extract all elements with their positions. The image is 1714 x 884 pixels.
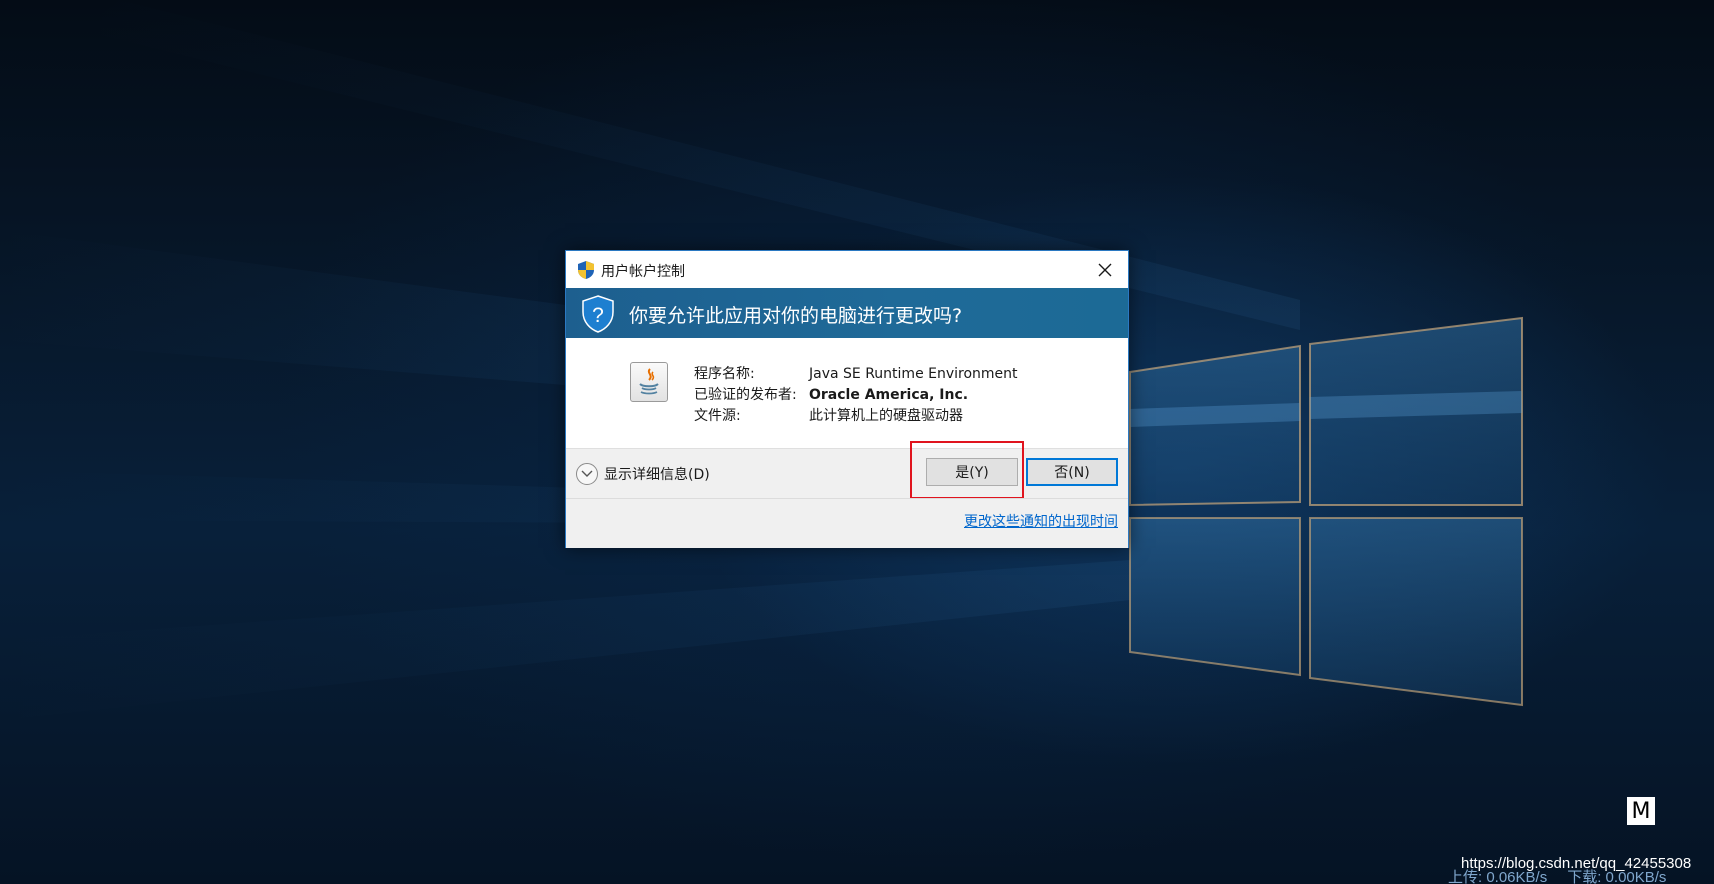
file-origin-value: 此计算机上的硬盘驱动器	[809, 408, 963, 424]
info-row-program: 程序名称: Java SE Runtime Environment	[694, 364, 1018, 385]
shield-question-icon: ?	[582, 295, 614, 333]
no-button[interactable]: 否(N)	[1026, 458, 1118, 486]
dialog-title: 用户帐户控制	[601, 264, 685, 280]
publisher-label: 已验证的发布者:	[694, 387, 797, 403]
uac-dialog: 用户帐户控制 ? 你要允许此应用对你的电脑进行更改吗? 程序名称: Java S…	[565, 250, 1129, 548]
csdn-watermark: https://blog.csdn.net/qq_42455308	[1461, 855, 1692, 872]
app-info: 程序名称: Java SE Runtime Environment 已验证的发布者…	[694, 364, 1018, 427]
question-banner: ? 你要允许此应用对你的电脑进行更改吗?	[566, 288, 1128, 338]
footer-divider	[566, 498, 1128, 499]
info-row-origin: 文件源: 此计算机上的硬盘驱动器	[694, 406, 1018, 427]
java-icon	[630, 362, 668, 402]
yes-button[interactable]: 是(Y)	[926, 458, 1018, 486]
uac-shield-icon	[578, 261, 594, 279]
svg-text:?: ?	[592, 304, 604, 327]
desktop: 用户帐户控制 ? 你要允许此应用对你的电脑进行更改吗? 程序名称: Java S…	[0, 0, 1714, 884]
dialog-body: 程序名称: Java SE Runtime Environment 已验证的发布者…	[566, 338, 1128, 448]
permission-question: 你要允许此应用对你的电脑进行更改吗?	[629, 305, 963, 327]
close-button[interactable]	[1082, 251, 1128, 288]
show-details-toggle[interactable]: 显示详细信息(D)	[576, 463, 710, 485]
file-origin-label: 文件源:	[694, 408, 741, 424]
change-notification-link[interactable]: 更改这些通知的出现时间	[964, 511, 1118, 531]
chevron-down-icon	[576, 463, 598, 485]
info-row-publisher: 已验证的发布者: Oracle America, Inc.	[694, 385, 1018, 406]
show-details-label: 显示详细信息(D)	[604, 467, 710, 483]
program-name-label: 程序名称:	[694, 366, 755, 382]
publisher-value: Oracle America, Inc.	[809, 387, 969, 403]
m-badge: M	[1627, 797, 1655, 825]
dialog-footer: 显示详细信息(D) 是(Y) 否(N) 更改这些通知的出现时间	[566, 441, 1128, 548]
title-bar: 用户帐户控制	[566, 251, 1128, 288]
program-name-value: Java SE Runtime Environment	[809, 366, 1018, 382]
close-icon	[1098, 263, 1112, 276]
